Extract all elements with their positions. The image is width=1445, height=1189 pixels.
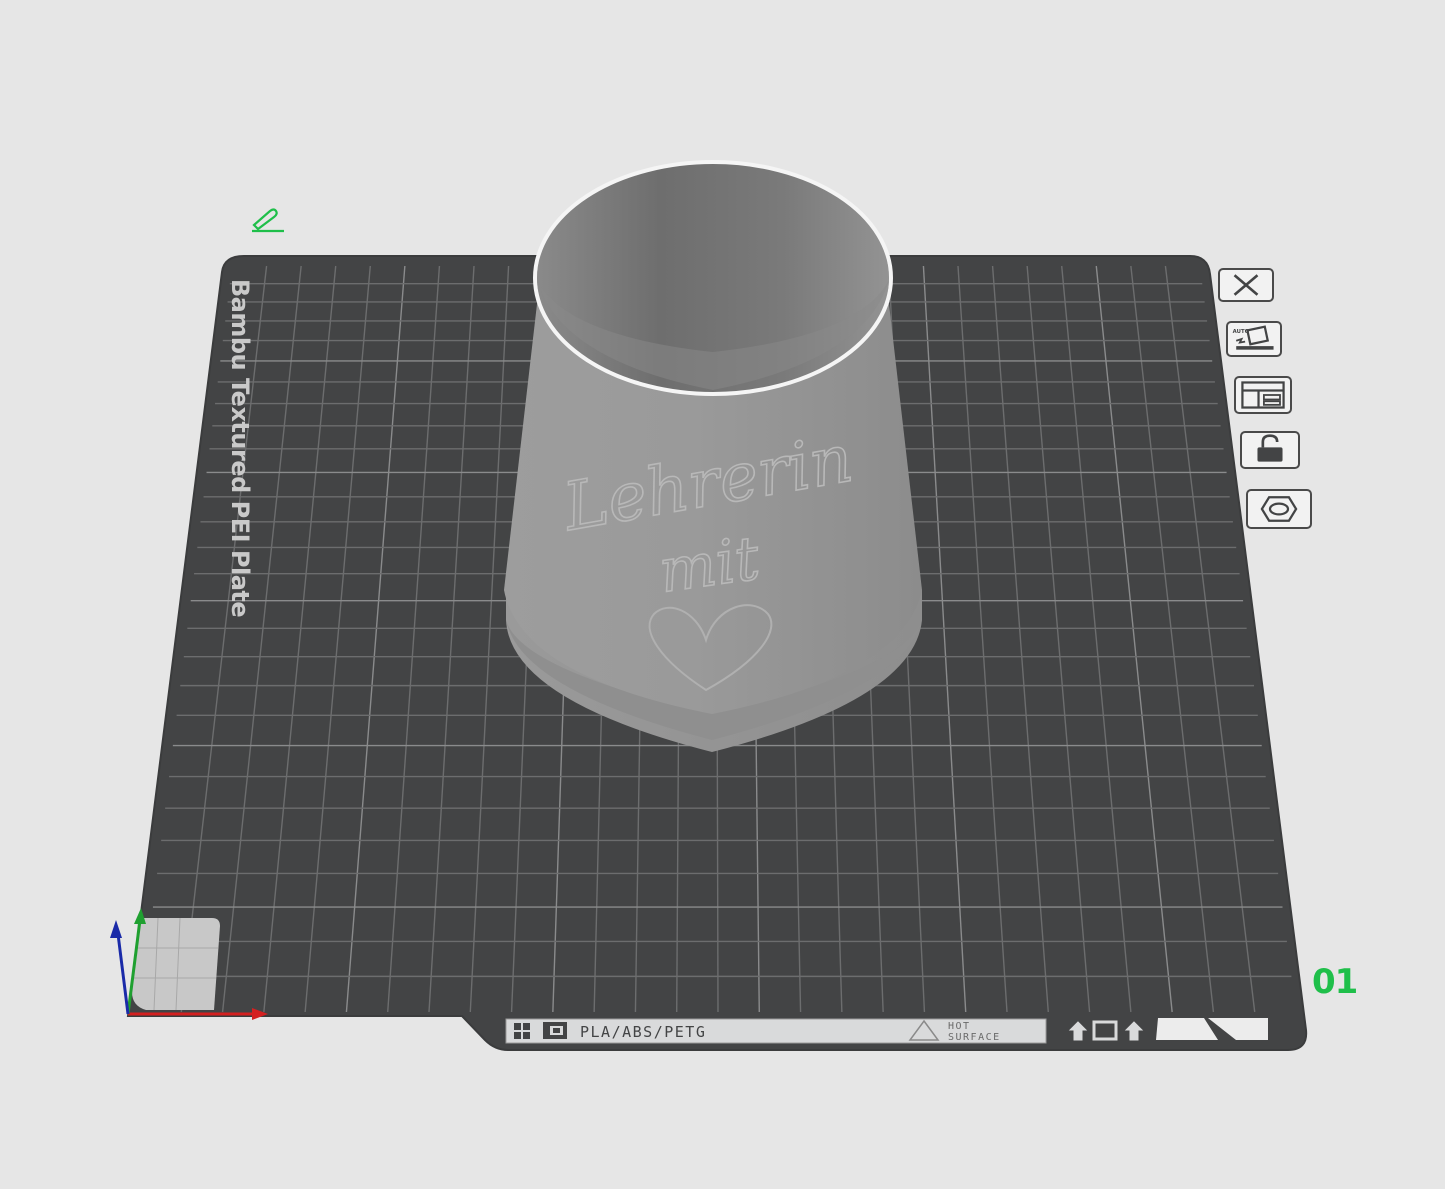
plate-grid-icon [543,1022,567,1039]
filament-compatibility-label: PLA/ABS/PETG [580,1023,706,1041]
hot-surface-warning-line1: HOT [948,1021,971,1032]
plate-type-label: Bambu Textured PEI Plate [226,279,254,618]
auto-orient-icon: AUTO [1233,325,1274,350]
close-icon [1233,274,1259,296]
arrange-icon [1241,381,1285,409]
cup-engraving-line2: mit [655,523,765,606]
hot-surface-warning-line2: SURFACE [948,1032,1001,1043]
pencil-icon [252,208,284,233]
arrange-button[interactable] [1234,376,1292,414]
unlock-icon [1257,434,1283,462]
hexagon-nut-icon [1260,496,1298,522]
plate-index-label: 01 [1312,962,1358,1002]
auto-orient-button[interactable]: AUTO [1226,321,1282,357]
plate-settings-button[interactable] [1246,489,1312,529]
remove-plate-button[interactable] [1218,268,1274,302]
plate-label-strip: PLA/ABS/PETG HOT SURFACE [505,1018,1047,1044]
cup-model[interactable]: Lehrerin mit [504,160,922,752]
lock-plate-button[interactable] [1240,431,1300,469]
3d-viewport[interactable]: Bambu Textured PEI Plate PLA/ABS/PETG HO… [0,0,1445,1189]
edit-plate-name-button[interactable] [248,205,288,235]
